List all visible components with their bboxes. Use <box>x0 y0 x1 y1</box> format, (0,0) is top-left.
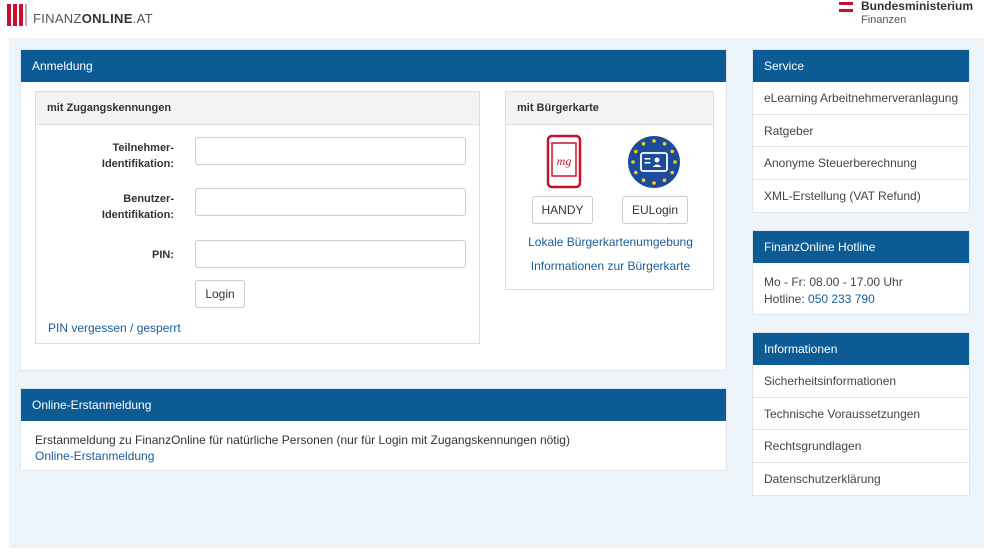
service-item-xml-creation[interactable]: XML-Erstellung (VAT Refund) <box>753 180 969 213</box>
login-panel-title: Anmeldung <box>21 50 726 82</box>
service-item-anonymous-tax-calc[interactable]: Anonyme Steuerberechnung <box>753 147 969 180</box>
hotline-phone-link[interactable]: 050 233 790 <box>808 292 875 306</box>
first-registration-text: Erstanmeldung zu FinanzOnline für natürl… <box>35 433 570 447</box>
service-panel-title: Service <box>753 50 969 82</box>
hotline-panel-title: FinanzOnline Hotline <box>753 231 969 263</box>
pin-input[interactable] <box>195 240 466 268</box>
info-item-technical-requirements[interactable]: Technische Voraussetzungen <box>753 398 969 430</box>
user-id-label: Benutzer- Identifikation: <box>101 193 174 221</box>
handy-button[interactable]: HANDY <box>532 196 593 224</box>
info-item-security[interactable]: Sicherheitsinformationen <box>753 365 969 398</box>
participant-id-label: Teilnehmer- Identifikation: <box>101 142 174 170</box>
hotline-panel: FinanzOnline Hotline Mo - Fr: 08.00 - 17… <box>752 230 970 315</box>
logo-bars-icon <box>7 4 27 26</box>
eulogin-button[interactable]: EULogin <box>622 196 688 224</box>
info-item-legal-basis[interactable]: Rechtsgrundlagen <box>753 430 969 463</box>
citizen-card-login-box: mit Bürgerkarte mg HANDY EULogin Lokale … <box>505 91 714 290</box>
information-panel-title: Informationen <box>753 333 969 365</box>
ministry-title: Bundesministerium <box>860 0 973 13</box>
hotline-phone-label: Hotline: <box>764 292 805 306</box>
logo-text: FINANZONLINE.AT <box>33 11 153 26</box>
hotline-hours: Mo - Fr: 08.00 - 17.00 Uhr <box>764 275 903 289</box>
service-panel: Service eLearning Arbeitnehmerveranlagun… <box>752 49 970 213</box>
svg-text:mg: mg <box>557 154 572 168</box>
information-panel: Informationen Sicherheitsinformationen T… <box>752 332 970 496</box>
hotline-phone-row: Hotline: 050 233 790 <box>764 292 875 306</box>
pin-label: PIN: <box>152 249 174 261</box>
page-header: FINANZONLINE.AT Bundesministerium Finanz… <box>0 0 995 36</box>
credentials-login-box: mit Zugangskennungen Teilnehmer- Identif… <box>35 91 480 344</box>
first-registration-title: Online-Erstanmeldung <box>21 389 726 421</box>
finanzonline-logo[interactable]: FINANZONLINE.AT <box>7 4 153 26</box>
service-item-ratgeber[interactable]: Ratgeber <box>753 115 969 147</box>
info-item-privacy-policy[interactable]: Datenschutzerklärung <box>753 463 969 496</box>
eu-login-icon[interactable] <box>627 135 681 189</box>
austrian-flag-icon <box>838 2 853 12</box>
login-panel: Anmeldung mit Zugangskennungen Teilnehme… <box>20 49 727 371</box>
login-button[interactable]: Login <box>195 280 245 308</box>
credentials-login-title: mit Zugangskennungen <box>36 92 479 125</box>
local-citizen-card-link[interactable]: Lokale Bürgerkartenumgebung <box>506 235 715 249</box>
first-registration-panel: Online-Erstanmeldung Erstanmeldung zu Fi… <box>20 388 727 471</box>
ministry-logo[interactable]: Bundesministerium Finanzen <box>838 0 973 27</box>
pin-forgot-link[interactable]: PIN vergessen / gesperrt <box>48 321 181 335</box>
mobile-signature-icon[interactable]: mg <box>546 134 582 189</box>
first-registration-link[interactable]: Online-Erstanmeldung <box>35 449 154 463</box>
service-item-elearning[interactable]: eLearning Arbeitnehmerveranlagung <box>753 82 969 115</box>
citizen-card-info-link[interactable]: Informationen zur Bürgerkarte <box>506 259 715 273</box>
user-id-input[interactable] <box>195 188 466 216</box>
participant-id-input[interactable] <box>195 137 466 165</box>
ministry-subtitle: Finanzen <box>860 14 907 26</box>
citizen-card-login-title: mit Bürgerkarte <box>506 92 713 125</box>
